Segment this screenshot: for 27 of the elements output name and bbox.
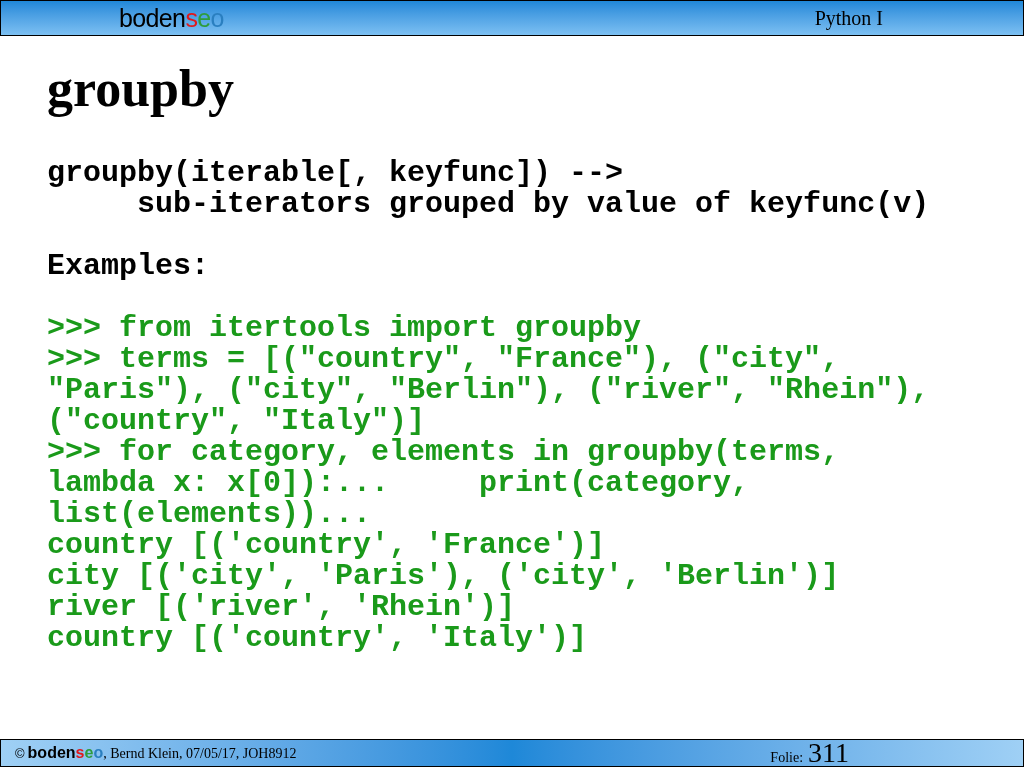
logo-letters: o <box>210 3 224 32</box>
slide-label: Folie: <box>770 748 804 767</box>
logo-letters: e <box>197 3 211 32</box>
code-line: country [('country', 'France')] <box>47 530 606 561</box>
code-line: lambda x: x[0]):... print(category, <box>47 468 750 499</box>
code-line: city [('city', 'Paris'), ('city', 'Berlin')] <box>47 561 840 592</box>
copyright-symbol: © <box>15 745 25 763</box>
code-line: >>> for category, elements in groupby(terms, <box>47 437 840 468</box>
slide-number: 311 <box>808 738 849 767</box>
signature-line: sub-iterators grouped by value of keyfunc(v) <box>136 189 930 220</box>
code-line: "Paris"), ("city", "Berlin"), ("river", "Rhein"), <box>47 375 930 406</box>
signature-line: groupby(iterable[, keyfunc]) --> <box>47 158 624 189</box>
examples-label: Examples: <box>47 251 210 282</box>
footer-credits: , Bernd Klein, 07/05/17, JOH8912 <box>103 745 297 763</box>
slide-title: groupby <box>47 59 235 119</box>
code-line: river [('river', 'Rhein')] <box>47 592 516 623</box>
logo-letters: e <box>84 744 94 761</box>
code-line: >>> terms = [("country", "France"), ("city", <box>47 344 840 375</box>
logo-letters: s <box>75 744 85 761</box>
code-line: ("country", "Italy")] <box>47 406 426 437</box>
code-line: list(elements))... <box>47 499 372 530</box>
logo-letters: boden <box>27 744 76 761</box>
course-title: Python I <box>814 6 883 32</box>
logo-letters: s <box>185 3 198 32</box>
code-line: country [('country', 'Italy')] <box>47 623 588 654</box>
code-line: >>> from itertools import groupby <box>47 313 642 344</box>
logo-letters: boden <box>119 3 186 32</box>
